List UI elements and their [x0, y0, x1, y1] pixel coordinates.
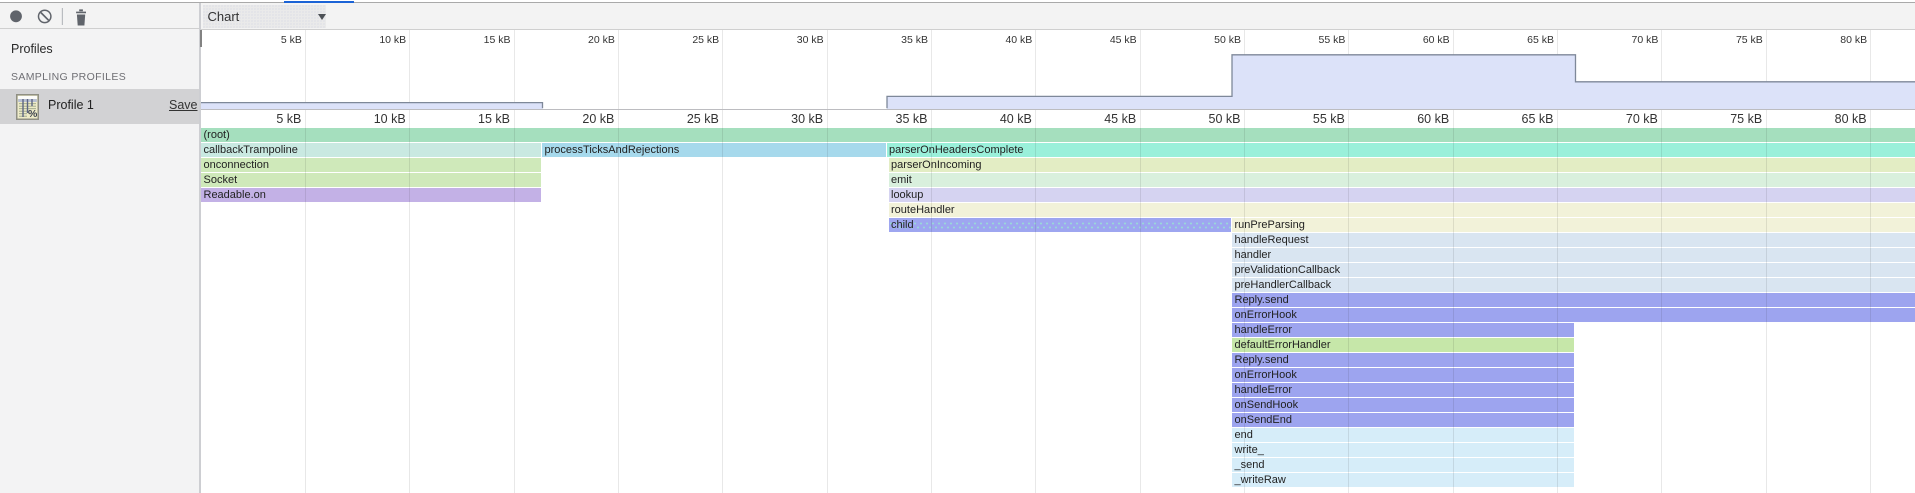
- svg-text:%: %: [28, 108, 38, 120]
